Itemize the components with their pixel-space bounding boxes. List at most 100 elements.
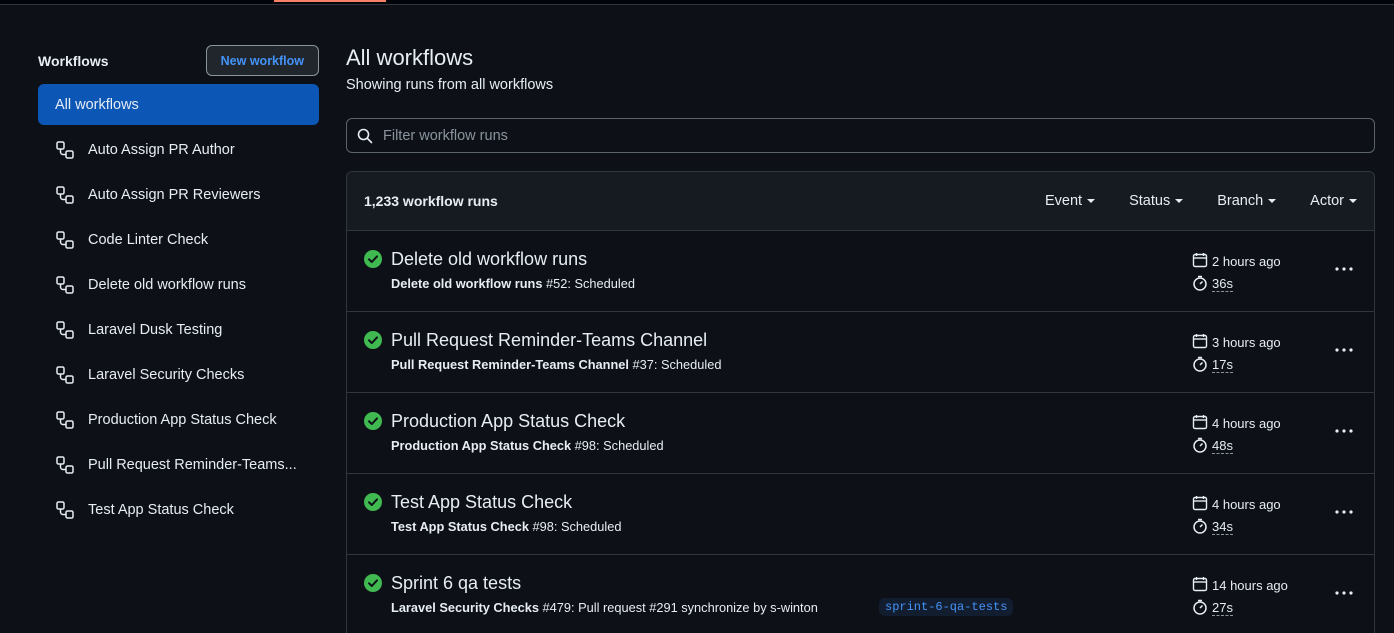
run-meta: Delete old workflow runs #52: Scheduled [391, 276, 635, 291]
success-check-icon [364, 331, 382, 349]
run-time: 14 hours ago [1192, 576, 1288, 595]
run-detail: #98: Scheduled [571, 438, 664, 453]
workflow-run-row[interactable]: Test App Status Check Test App Status Che… [347, 474, 1374, 555]
branch-filter-menu[interactable]: Branch [1217, 193, 1277, 209]
run-duration-text: 48s [1212, 438, 1233, 454]
event-filter-menu[interactable]: Event [1045, 193, 1096, 209]
workflow-icon [55, 365, 75, 385]
sidebar-item-workflow[interactable]: Pull Request Reminder-Teams... [38, 444, 319, 485]
sidebar-item-workflow[interactable]: Production App Status Check [38, 399, 319, 440]
filter-label: Actor [1310, 193, 1344, 209]
run-time: 2 hours ago [1192, 252, 1281, 271]
kebab-menu-icon[interactable] [1332, 583, 1356, 603]
run-title-link[interactable]: Production App Status Check [391, 411, 625, 432]
branch-label[interactable]: sprint-6-qa-tests [879, 598, 1014, 616]
filter-label: Status [1129, 193, 1171, 209]
workflow-icon [55, 410, 75, 430]
success-check-icon [364, 493, 382, 511]
run-workflow-name: Delete old workflow runs [391, 276, 543, 291]
run-title-link[interactable]: Pull Request Reminder-Teams Channel [391, 330, 707, 351]
calendar-icon [1192, 576, 1212, 595]
run-time: 4 hours ago [1192, 414, 1281, 433]
caret-down-icon [1349, 199, 1357, 203]
workflow-run-row[interactable]: Sprint 6 qa tests Laravel Security Checks… [347, 555, 1374, 633]
run-time-text: 2 hours ago [1212, 254, 1281, 269]
status-filter-menu[interactable]: Status [1129, 193, 1184, 209]
run-duration-text: 34s [1212, 519, 1233, 535]
run-title-link[interactable]: Delete old workflow runs [391, 249, 587, 270]
top-nav-border [0, 0, 1394, 5]
sidebar-item-workflow[interactable]: Laravel Security Checks [38, 354, 319, 395]
workflow-run-row[interactable]: Production App Status Check Production Ap… [347, 393, 1374, 474]
caret-down-icon [1175, 199, 1184, 203]
workflow-run-row[interactable]: Delete old workflow runs Delete old workf… [347, 231, 1374, 312]
run-time-text: 4 hours ago [1212, 416, 1281, 431]
kebab-menu-icon[interactable] [1332, 421, 1356, 441]
workflow-runs-list: 1,233 workflow runs Event Status Branch … [346, 171, 1375, 633]
workflow-icon [55, 500, 75, 520]
sidebar-item-label: Laravel Dusk Testing [88, 321, 223, 338]
run-title-link[interactable]: Sprint 6 qa tests [391, 573, 521, 594]
run-meta: Pull Request Reminder-Teams Channel #37:… [391, 357, 721, 372]
run-detail: #37: Scheduled [628, 357, 722, 372]
run-duration-text: 36s [1212, 276, 1233, 292]
calendar-icon [1192, 414, 1212, 433]
runs-rows: Delete old workflow runs Delete old workf… [347, 231, 1374, 633]
run-duration: 27s [1192, 599, 1233, 618]
run-duration: 17s [1192, 356, 1233, 375]
run-duration-text: 27s [1212, 600, 1233, 616]
sidebar-item-label: Code Linter Check [88, 231, 209, 248]
sidebar-item-workflow[interactable]: Code Linter Check [38, 219, 319, 260]
filter-bar[interactable] [346, 118, 1375, 153]
search-icon [357, 128, 373, 143]
new-workflow-button[interactable]: New workflow [205, 45, 319, 76]
calendar-icon [1192, 495, 1212, 514]
sidebar-title: Workflows [38, 52, 109, 69]
kebab-menu-icon[interactable] [1332, 340, 1356, 360]
runs-count: 1,233 workflow runs [364, 193, 498, 209]
runs-filters: Event Status Branch Actor [1011, 193, 1357, 209]
sidebar-item-label: Production App Status Check [88, 411, 277, 428]
sidebar-item-workflow[interactable]: Laravel Dusk Testing [38, 309, 319, 350]
filter-label: Branch [1217, 193, 1264, 209]
workflow-icon [55, 320, 75, 340]
stopwatch-icon [1192, 599, 1212, 618]
run-duration: 48s [1192, 437, 1233, 456]
sidebar-item-label: Delete old workflow runs [88, 276, 246, 293]
sidebar-item-label: Auto Assign PR Reviewers [88, 186, 261, 203]
sidebar-item-workflow[interactable]: Delete old workflow runs [38, 264, 319, 305]
run-title-link[interactable]: Test App Status Check [391, 492, 572, 513]
run-time: 3 hours ago [1192, 333, 1281, 352]
run-time-text: 3 hours ago [1212, 335, 1281, 350]
active-tab-underline [274, 0, 386, 2]
run-detail: #98: Scheduled [528, 519, 622, 534]
run-time: 4 hours ago [1192, 495, 1281, 514]
sidebar-item-label: Test App Status Check [88, 501, 234, 518]
run-meta: Production App Status Check #98: Schedul… [391, 438, 664, 453]
run-detail: #52: Scheduled [542, 276, 635, 291]
run-workflow-name: Pull Request Reminder-Teams Channel [391, 357, 629, 372]
success-check-icon [364, 412, 382, 430]
sidebar-item-all-workflows[interactable]: All workflows [38, 84, 319, 125]
actor-filter-menu[interactable]: Actor [1310, 193, 1357, 209]
sidebar-item-label: Laravel Security Checks [88, 366, 245, 383]
kebab-menu-icon[interactable] [1332, 502, 1356, 522]
workflow-run-row[interactable]: Pull Request Reminder-Teams Channel Pull … [347, 312, 1374, 393]
kebab-menu-icon[interactable] [1332, 259, 1356, 279]
filter-runs-input[interactable] [383, 127, 1283, 144]
caret-down-icon [1268, 199, 1277, 203]
run-workflow-name: Production App Status Check [391, 438, 572, 453]
success-check-icon [364, 574, 382, 592]
workflow-icon [55, 230, 75, 250]
stopwatch-icon [1192, 356, 1212, 375]
run-duration: 34s [1192, 518, 1233, 537]
run-time-text: 14 hours ago [1212, 578, 1288, 593]
sidebar-item-workflow[interactable]: Test App Status Check [38, 489, 319, 530]
workflow-list: All workflows Auto Assign PR Author Auto … [38, 84, 319, 530]
workflow-icon [55, 275, 75, 295]
run-detail: #479: Pull request #291 synchronize by s… [538, 600, 818, 615]
run-time-text: 4 hours ago [1212, 497, 1281, 512]
sidebar-item-workflow[interactable]: Auto Assign PR Author [38, 129, 319, 170]
workflow-icon [55, 455, 75, 475]
sidebar-item-workflow[interactable]: Auto Assign PR Reviewers [38, 174, 319, 215]
